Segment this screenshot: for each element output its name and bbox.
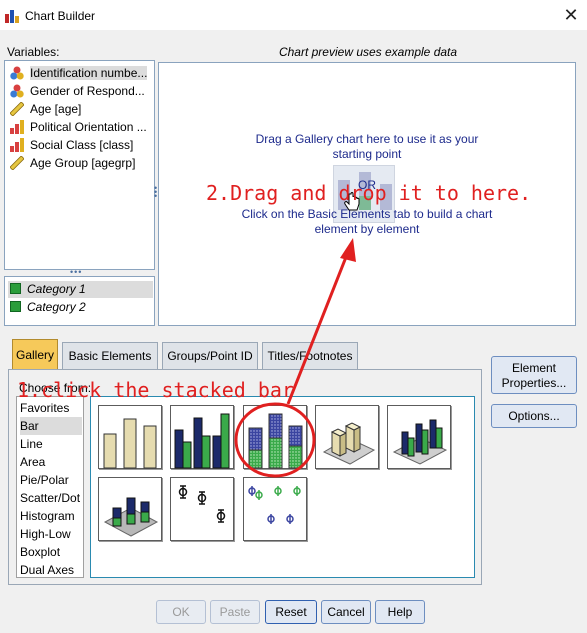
window-title: Chart Builder xyxy=(25,9,96,23)
3d-clustered-bar-thumbnail[interactable] xyxy=(387,405,451,469)
chart-type-item[interactable]: Dual Axes xyxy=(20,561,82,579)
preview-message-line1: Drag a Gallery chart here to use it as y… xyxy=(255,132,479,146)
error-bar-thumbnail[interactable] xyxy=(170,477,234,541)
help-button[interactable]: Help xyxy=(375,600,425,624)
clustered-error-bar-thumbnail[interactable] xyxy=(243,477,307,541)
category-item[interactable]: Category 2 xyxy=(8,299,153,316)
stacked-bar-thumbnail[interactable] xyxy=(243,405,307,469)
variable-item[interactable]: Political Orientation ... xyxy=(10,118,155,136)
3d-bar-thumbnail[interactable] xyxy=(315,405,379,469)
category-item[interactable]: Category 1 xyxy=(8,281,153,298)
variable-item[interactable]: Gender of Respond... xyxy=(10,82,155,100)
chart-type-item[interactable]: Area xyxy=(20,453,82,471)
variable-label: Political Orientation ... xyxy=(30,120,147,134)
nominal-icon xyxy=(10,66,24,80)
chart-type-item[interactable]: Bar xyxy=(20,417,82,435)
preview-message-line4: element by element xyxy=(314,222,420,236)
variable-item[interactable]: Social Class [class] xyxy=(10,136,155,154)
element-properties-button[interactable]: Element Properties... xyxy=(491,356,577,394)
tab-groups-point-id[interactable]: Groups/Point ID xyxy=(162,342,258,370)
variables-label: Variables: xyxy=(7,45,60,59)
category-icon xyxy=(10,283,21,295)
category-icon xyxy=(10,301,21,313)
chart-type-item[interactable]: Boxplot xyxy=(20,543,82,561)
cancel-button[interactable]: Cancel xyxy=(321,600,371,624)
variable-item[interactable]: Age [age] xyxy=(10,100,155,118)
category-list[interactable]: Category 1 Category 2 xyxy=(4,276,155,326)
variable-list[interactable]: Identification numbe... Gender of Respon… xyxy=(4,60,155,270)
annotation-step1: 1.click the stacked bar xyxy=(17,378,294,402)
tab-basic-elements[interactable]: Basic Elements xyxy=(62,342,158,370)
chart-type-list[interactable]: Favorites Bar Line Area Pie/Polar Scatte… xyxy=(16,396,84,578)
chart-builder-app-icon xyxy=(5,10,19,23)
tab-gallery[interactable]: Gallery xyxy=(12,339,58,370)
variable-item[interactable]: Identification numbe... xyxy=(10,64,155,82)
simple-bar-thumbnail[interactable] xyxy=(98,405,162,469)
ordinal-icon xyxy=(10,119,24,134)
chart-type-item[interactable]: Line xyxy=(20,435,82,453)
preview-message-line3: Click on the Basic Elements tab to build… xyxy=(241,207,493,221)
reset-button[interactable]: Reset xyxy=(265,600,317,624)
variable-label: Identification numbe... xyxy=(30,66,148,80)
variable-label: Age Group [agegrp] xyxy=(30,156,136,170)
variable-label: Social Class [class] xyxy=(30,138,134,152)
ok-button[interactable]: OK xyxy=(156,600,206,624)
nominal-icon xyxy=(10,84,24,98)
close-icon[interactable]: ✕ xyxy=(560,4,582,26)
paste-button[interactable]: Paste xyxy=(210,600,260,624)
3d-stacked-bar-thumbnail[interactable] xyxy=(98,477,162,541)
annotation-step2: 2.Drag and drop it to here. xyxy=(206,181,532,205)
chart-type-item[interactable]: Scatter/Dot xyxy=(20,489,82,507)
category-label: Category 2 xyxy=(27,300,86,314)
options-button[interactable]: Options... xyxy=(491,404,577,428)
chart-type-item[interactable]: High-Low xyxy=(20,525,82,543)
ordinal-icon xyxy=(10,137,24,152)
preview-note: Chart preview uses example data xyxy=(278,45,458,59)
clustered-bar-thumbnail[interactable] xyxy=(170,405,234,469)
variable-label: Gender of Respond... xyxy=(30,84,145,98)
scale-icon xyxy=(10,155,24,170)
chart-type-item[interactable]: Pie/Polar xyxy=(20,471,82,489)
scale-icon xyxy=(10,101,24,116)
variable-item[interactable]: Age Group [agegrp] xyxy=(10,154,155,172)
tab-titles-footnotes[interactable]: Titles/Footnotes xyxy=(262,342,358,370)
chart-type-item[interactable]: Histogram xyxy=(20,507,82,525)
preview-message-line2: starting point xyxy=(332,147,402,161)
variable-label: Age [age] xyxy=(30,102,82,116)
category-label: Category 1 xyxy=(27,282,86,296)
